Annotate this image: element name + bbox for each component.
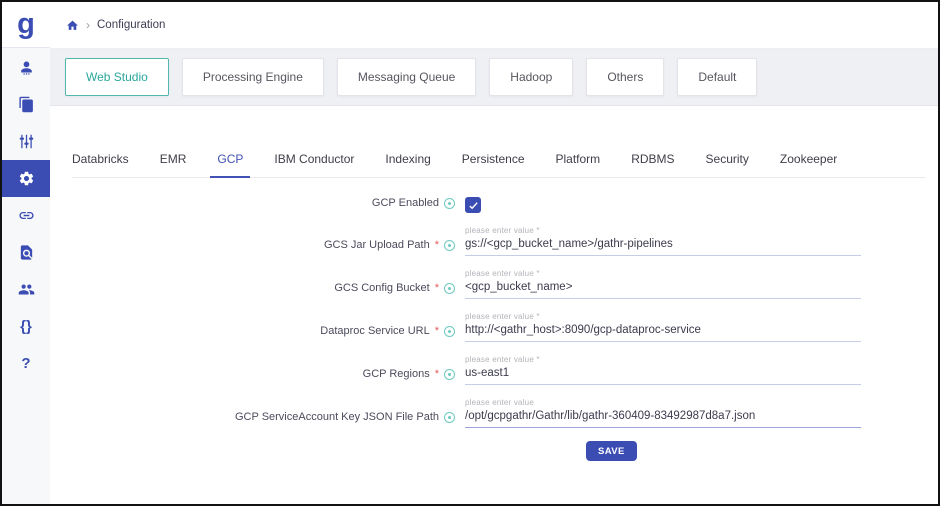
help-icon: ? xyxy=(21,356,30,371)
info-icon[interactable] xyxy=(444,198,455,209)
info-icon[interactable] xyxy=(444,283,455,294)
config-tab-persistence[interactable]: Persistence xyxy=(462,148,525,177)
gcp-enabled-checkbox[interactable] xyxy=(465,197,481,213)
pages-icon xyxy=(18,96,35,113)
sidebar-item-link[interactable] xyxy=(2,197,50,234)
field-label-gcs-config-bucket: GCS Config Bucket * xyxy=(72,269,455,294)
save-row: SAVE xyxy=(72,441,926,461)
category-tab-messaging-queue[interactable]: Messaging Queue xyxy=(337,58,476,96)
sidebar-item-search-document[interactable] xyxy=(2,234,50,271)
field-label-dataproc-service-url: Dataproc Service URL * xyxy=(72,312,455,337)
content-panel: Databricks EMR GCP IBM Conductor Indexing Per… xyxy=(50,106,938,504)
required-asterisk: * xyxy=(435,369,439,380)
config-tab-platform[interactable]: Platform xyxy=(556,148,601,177)
sidebar-item-sliders[interactable] xyxy=(2,123,50,160)
field-input-wrap: please enter value * xyxy=(465,312,861,342)
config-tab-bar: Databricks EMR GCP IBM Conductor Indexing Per… xyxy=(72,148,926,178)
field-input-wrap: please enter value * xyxy=(465,226,861,256)
category-tab-others[interactable]: Others xyxy=(586,58,664,96)
checkmark-icon xyxy=(468,200,479,211)
floating-placeholder-label: please enter value xyxy=(465,398,861,409)
config-tab-rdbms[interactable]: RDBMS xyxy=(631,148,674,177)
field-row-gcp-enabled: GCP Enabled xyxy=(72,197,926,213)
save-button[interactable]: SAVE xyxy=(586,441,637,461)
config-tab-ibm-conductor[interactable]: IBM Conductor xyxy=(274,148,354,177)
field-label-text: GCP ServiceAccount Key JSON File Path xyxy=(235,411,439,423)
field-row-gcp-regions: GCP Regions * please enter value * xyxy=(72,355,926,385)
field-row-gcs-config-bucket: GCS Config Bucket * please enter value * xyxy=(72,269,926,299)
sidebar-item-braces[interactable]: {} xyxy=(2,308,50,345)
field-label-gcp-serviceaccount-key-json-file-path: GCP ServiceAccount Key JSON File Path xyxy=(72,398,455,423)
config-tab-security[interactable]: Security xyxy=(706,148,749,177)
sliders-icon xyxy=(18,133,35,150)
gcp-config-form: GCP Enabled GCS Jar Upload Path * please en… xyxy=(72,197,926,428)
category-tab-strip: Web Studio Processing Engine Messaging Que… xyxy=(50,49,938,106)
field-label-gcs-jar-upload-path: GCS Jar Upload Path * xyxy=(72,226,455,251)
field-row-gcp-serviceaccount-key-json-file-path: GCP ServiceAccount Key JSON File Path ple… xyxy=(72,398,926,428)
info-icon[interactable] xyxy=(444,412,455,423)
app-window: g {}? › Configuration Web Studio Processi… xyxy=(0,0,940,506)
config-tab-emr[interactable]: EMR xyxy=(160,148,187,177)
floating-placeholder-label: please enter value * xyxy=(465,269,861,280)
category-tab-web-studio[interactable]: Web Studio xyxy=(65,58,169,96)
field-row-dataproc-service-url: Dataproc Service URL * please enter value … xyxy=(72,312,926,342)
required-asterisk: * xyxy=(435,326,439,337)
field-label-text: Dataproc Service URL xyxy=(320,325,429,337)
dataproc-service-url-input[interactable] xyxy=(465,323,861,342)
gcp-serviceaccount-key-json-file-path-input[interactable] xyxy=(465,409,861,428)
user-icon xyxy=(18,59,35,76)
field-input-wrap: please enter value xyxy=(465,398,861,428)
breadcrumb-separator: › xyxy=(86,19,90,31)
breadcrumb: › Configuration xyxy=(66,19,165,32)
link-icon xyxy=(18,207,35,224)
field-row-gcs-jar-upload-path: GCS Jar Upload Path * please enter value * xyxy=(72,226,926,256)
field-input-wrap: please enter value * xyxy=(465,355,861,385)
sidebar-item-gear[interactable] xyxy=(2,160,50,197)
floating-placeholder-label: please enter value * xyxy=(465,355,861,366)
sidebar-item-help[interactable]: ? xyxy=(2,345,50,382)
floating-placeholder-label: please enter value * xyxy=(465,226,861,237)
info-icon[interactable] xyxy=(444,369,455,380)
sidebar-item-users[interactable] xyxy=(2,271,50,308)
gcs-config-bucket-input[interactable] xyxy=(465,280,861,299)
field-label-text: GCS Jar Upload Path xyxy=(324,239,430,251)
users-icon xyxy=(18,281,35,298)
sidebar-item-user[interactable] xyxy=(2,49,50,86)
gathr-logo[interactable]: g xyxy=(2,2,50,48)
field-label-text: GCS Config Bucket xyxy=(334,282,429,294)
category-tab-hadoop[interactable]: Hadoop xyxy=(489,58,573,96)
field-input-wrap: please enter value * xyxy=(465,269,861,299)
search-document-icon xyxy=(18,244,35,261)
field-label-gcp-regions: GCP Regions * xyxy=(72,355,455,380)
config-tab-indexing[interactable]: Indexing xyxy=(385,148,430,177)
category-tab-default[interactable]: Default xyxy=(677,58,757,96)
top-header: › Configuration xyxy=(50,2,938,49)
gcs-jar-upload-path-input[interactable] xyxy=(465,237,861,256)
sidebar-item-pages[interactable] xyxy=(2,86,50,123)
sidebar-nav: {}? xyxy=(2,48,50,382)
config-tab-gcp[interactable]: GCP xyxy=(217,148,243,177)
info-icon[interactable] xyxy=(444,326,455,337)
sidebar: g {}? xyxy=(2,2,50,504)
field-label-text: GCP Regions xyxy=(363,368,430,380)
field-label-text: GCP Enabled xyxy=(372,197,439,209)
required-asterisk: * xyxy=(435,283,439,294)
gcp-regions-input[interactable] xyxy=(465,366,861,385)
info-icon[interactable] xyxy=(444,240,455,251)
category-tab-processing-engine[interactable]: Processing Engine xyxy=(182,58,324,96)
main-area: › Configuration Web Studio Processing Eng… xyxy=(50,2,938,504)
home-icon[interactable] xyxy=(66,19,79,32)
gear-icon xyxy=(18,170,35,187)
floating-placeholder-label: please enter value * xyxy=(465,312,861,323)
required-asterisk: * xyxy=(435,240,439,251)
braces-icon: {} xyxy=(20,319,32,334)
breadcrumb-current: Configuration xyxy=(97,19,165,31)
field-label-gcp-enabled: GCP Enabled xyxy=(72,197,455,209)
config-tab-zookeeper[interactable]: Zookeeper xyxy=(780,148,837,177)
config-tab-databricks[interactable]: Databricks xyxy=(72,148,129,177)
